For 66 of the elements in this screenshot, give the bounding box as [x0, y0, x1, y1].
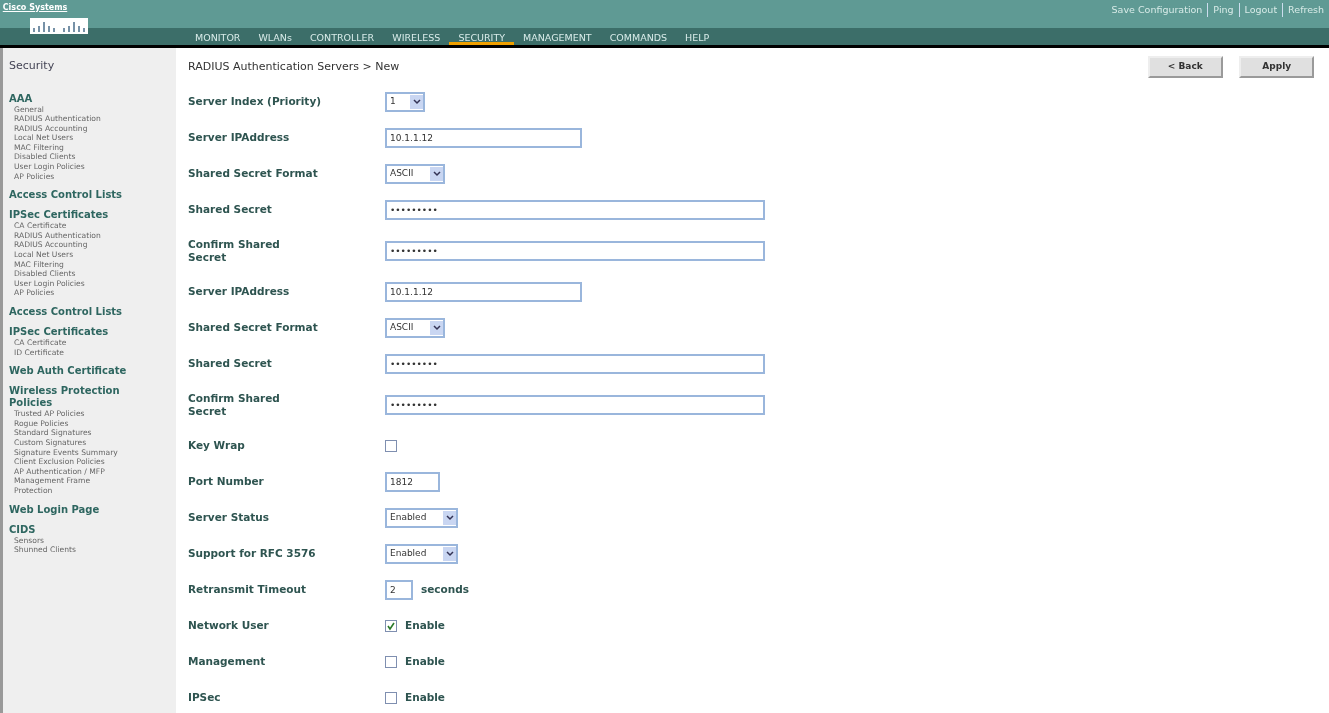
- field-label: Shared Secret: [188, 203, 273, 216]
- sidebar-heading[interactable]: AAA: [9, 92, 149, 105]
- field-label: Shared Secret Format: [188, 321, 319, 334]
- input-field[interactable]: 1812: [385, 471, 440, 492]
- dropdown[interactable]: ASCII: [385, 163, 445, 184]
- field-label: Support for RFC 3576: [188, 547, 317, 560]
- caret-icon: [430, 166, 443, 181]
- sidebar-heading[interactable]: IPSec Certificates: [9, 209, 149, 222]
- sidebar-title: Security: [9, 58, 56, 74]
- field-label: Management: [188, 655, 267, 668]
- input-field[interactable]: •••••••••: [385, 199, 765, 220]
- dropdown[interactable]: Enabled: [385, 507, 458, 528]
- checkbox[interactable]: [385, 439, 397, 452]
- dropdown[interactable]: Enabled: [385, 543, 458, 564]
- field-suffix: Enable: [405, 653, 445, 669]
- nav-tab[interactable]: HELP: [676, 28, 719, 45]
- input-field[interactable]: •••••••••: [385, 353, 765, 374]
- sidebar-heading[interactable]: IPSec Certificates: [9, 326, 149, 338]
- sidebar-heading[interactable]: Wireless Protection Policies: [9, 385, 149, 410]
- field-label: Shared Secret Format: [188, 167, 319, 180]
- field-label: Server Index (Priority): [188, 95, 323, 108]
- field-suffix: Enable: [405, 617, 445, 633]
- input-field[interactable]: 2: [385, 579, 413, 600]
- logo-text: Cisco Systems: [2, 2, 69, 12]
- back-button[interactable]: < Back: [1147, 56, 1223, 78]
- input-field[interactable]: 10.1.1.12: [385, 281, 582, 302]
- field-label: Server IPAddress: [188, 131, 291, 144]
- caret-icon: [443, 546, 456, 561]
- checkbox[interactable]: [385, 619, 397, 632]
- nav-tab[interactable]: MANAGEMENT: [514, 28, 601, 45]
- field-label: IPSec: [188, 691, 222, 704]
- checkbox[interactable]: [385, 691, 397, 704]
- field-label: Confirm Shared Secret: [188, 237, 281, 264]
- field-label: Retransmit Timeout: [188, 583, 307, 596]
- caret-icon: [430, 320, 443, 335]
- field-label: Confirm Shared Secret: [188, 391, 281, 418]
- sidebar-heading[interactable]: Access Control Lists: [9, 189, 149, 202]
- page-title: RADIUS Authentication Servers > New: [188, 58, 400, 75]
- checkbox[interactable]: [385, 655, 397, 668]
- field-label: Key Wrap: [188, 439, 246, 452]
- nav-tab[interactable]: SECURITY: [449, 28, 515, 45]
- input-field[interactable]: •••••••••: [385, 240, 765, 261]
- sidebar-heading[interactable]: Web Login Page: [9, 503, 149, 516]
- apply-button[interactable]: Apply: [1239, 56, 1315, 78]
- field-label: Shared Secret: [188, 357, 273, 370]
- nav-tab[interactable]: WIRELESS: [383, 28, 450, 45]
- nav-tab[interactable]: WLANs: [249, 28, 301, 45]
- input-field[interactable]: 10.1.1.12: [385, 127, 582, 148]
- field-label: Network User: [188, 619, 270, 632]
- sidebar-heading[interactable]: CIDS: [9, 523, 149, 536]
- field-suffix: seconds: [421, 581, 470, 597]
- sidebar-heading[interactable]: Web Auth Certificate: [9, 365, 149, 378]
- dropdown[interactable]: ASCII: [385, 317, 445, 338]
- nav-tab[interactable]: MONITOR: [186, 28, 250, 45]
- field-label: Server IPAddress: [188, 285, 291, 298]
- caret-icon: [410, 94, 423, 109]
- dropdown[interactable]: 1: [385, 91, 425, 112]
- field-suffix: Enable: [405, 689, 445, 705]
- caret-icon: [443, 510, 456, 525]
- input-field[interactable]: •••••••••: [385, 394, 765, 415]
- field-label: Server Status: [188, 511, 271, 524]
- field-label: Port Number: [188, 475, 265, 488]
- nav-tab[interactable]: COMMANDS: [600, 28, 677, 45]
- sidebar-heading[interactable]: Access Control Lists: [9, 306, 149, 318]
- bridge-logo-icon: [30, 18, 88, 34]
- nav-tab[interactable]: CONTROLLER: [300, 28, 384, 45]
